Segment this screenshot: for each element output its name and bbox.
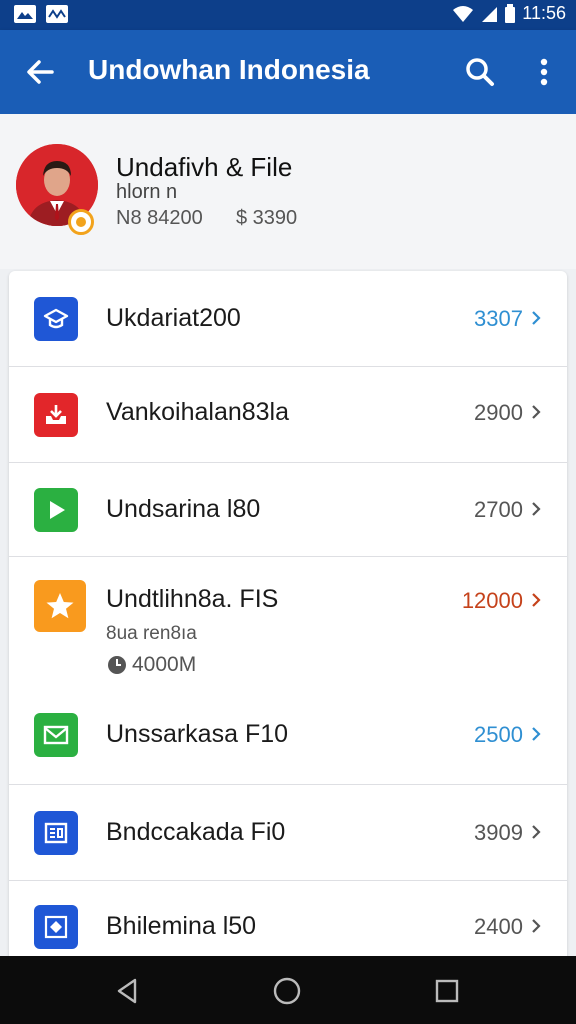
chevron-right-icon [532,825,541,839]
item-value: 3909 [474,820,523,845]
gallery-icon [14,5,36,23]
item-label: Ukdariat200 [106,304,241,332]
status-badge [68,209,94,235]
app-bar: Undowhan Indonesia [0,30,576,114]
profile-stat: N8 84200 [116,207,203,229]
item-meta: 4000M [106,653,196,677]
star-icon [34,580,86,632]
search-icon[interactable] [460,52,500,92]
chevron-right-icon [532,311,541,325]
chevron-right-icon [532,405,541,419]
profile-name: Undafivh & File [116,152,293,182]
list-item[interactable]: Undsarina l80 2700 [9,463,567,557]
item-label: Bndccakada Fi0 [106,818,286,846]
list-item[interactable]: Vankoihalan83la 2900 [9,367,567,463]
item-label: Vankoihalan83la [106,398,290,426]
chevron-right-icon [532,502,541,516]
home-circle-icon[interactable] [272,976,302,1006]
list-item[interactable]: Unssarkasa F10 2500 [9,685,567,785]
mail-icon [34,713,78,757]
item-value: 2400 [474,914,523,939]
navigation-bar [0,956,576,1024]
back-arrow-icon[interactable] [20,52,60,92]
status-time: 11:56 [522,3,566,23]
item-value: 12000 [461,588,523,613]
clock-icon [108,656,126,674]
item-label: Unssarkasa F10 [106,720,289,748]
signal-icon [482,6,498,22]
document-icon [34,811,78,855]
profile-subtitle: hlorn n [116,181,178,203]
item-subtitle: 8ua ren8ıa [106,623,197,644]
item-label: Undsarina l80 [106,495,261,523]
play-icon [34,488,78,532]
list-item[interactable]: Bndccakada Fi0 3909 [9,785,567,881]
chevron-right-icon [532,727,541,741]
list-item[interactable]: Undtlihn8a. FIS 12000 8ua ren8ıa 4000M [9,557,567,685]
status-bar: 11:56 [0,0,576,30]
chevron-right-icon [532,919,541,933]
more-vert-icon[interactable] [524,52,564,92]
school-icon [34,297,78,341]
diamond-icon [34,905,78,949]
profile-balance: $ 3390 [236,207,298,229]
list-card: Ukdariat200 3307 Vankoihalan83la 2900 Un… [9,271,567,971]
activity-icon [46,5,68,23]
download-tray-icon [34,393,78,437]
page-title: Undowhan Indonesia [88,54,370,85]
item-value: 2700 [474,497,523,522]
item-label: Undtlihn8a. FIS [106,585,279,613]
battery-icon [505,3,516,23]
item-meta-value: 4000M [132,653,197,676]
profile-header: Undafivh & File hlorn n N8 84200 $ 3390 [0,114,576,269]
chevron-right-icon [532,593,541,607]
list-item[interactable]: Ukdariat200 3307 [9,271,567,367]
wifi-icon [453,5,474,22]
item-value: 2900 [474,400,523,425]
recents-square-icon[interactable] [432,976,462,1006]
item-label: Bhilemina l50 [106,912,257,940]
back-triangle-icon[interactable] [113,976,143,1006]
item-value: 2500 [474,722,523,747]
item-value: 3307 [474,306,523,331]
